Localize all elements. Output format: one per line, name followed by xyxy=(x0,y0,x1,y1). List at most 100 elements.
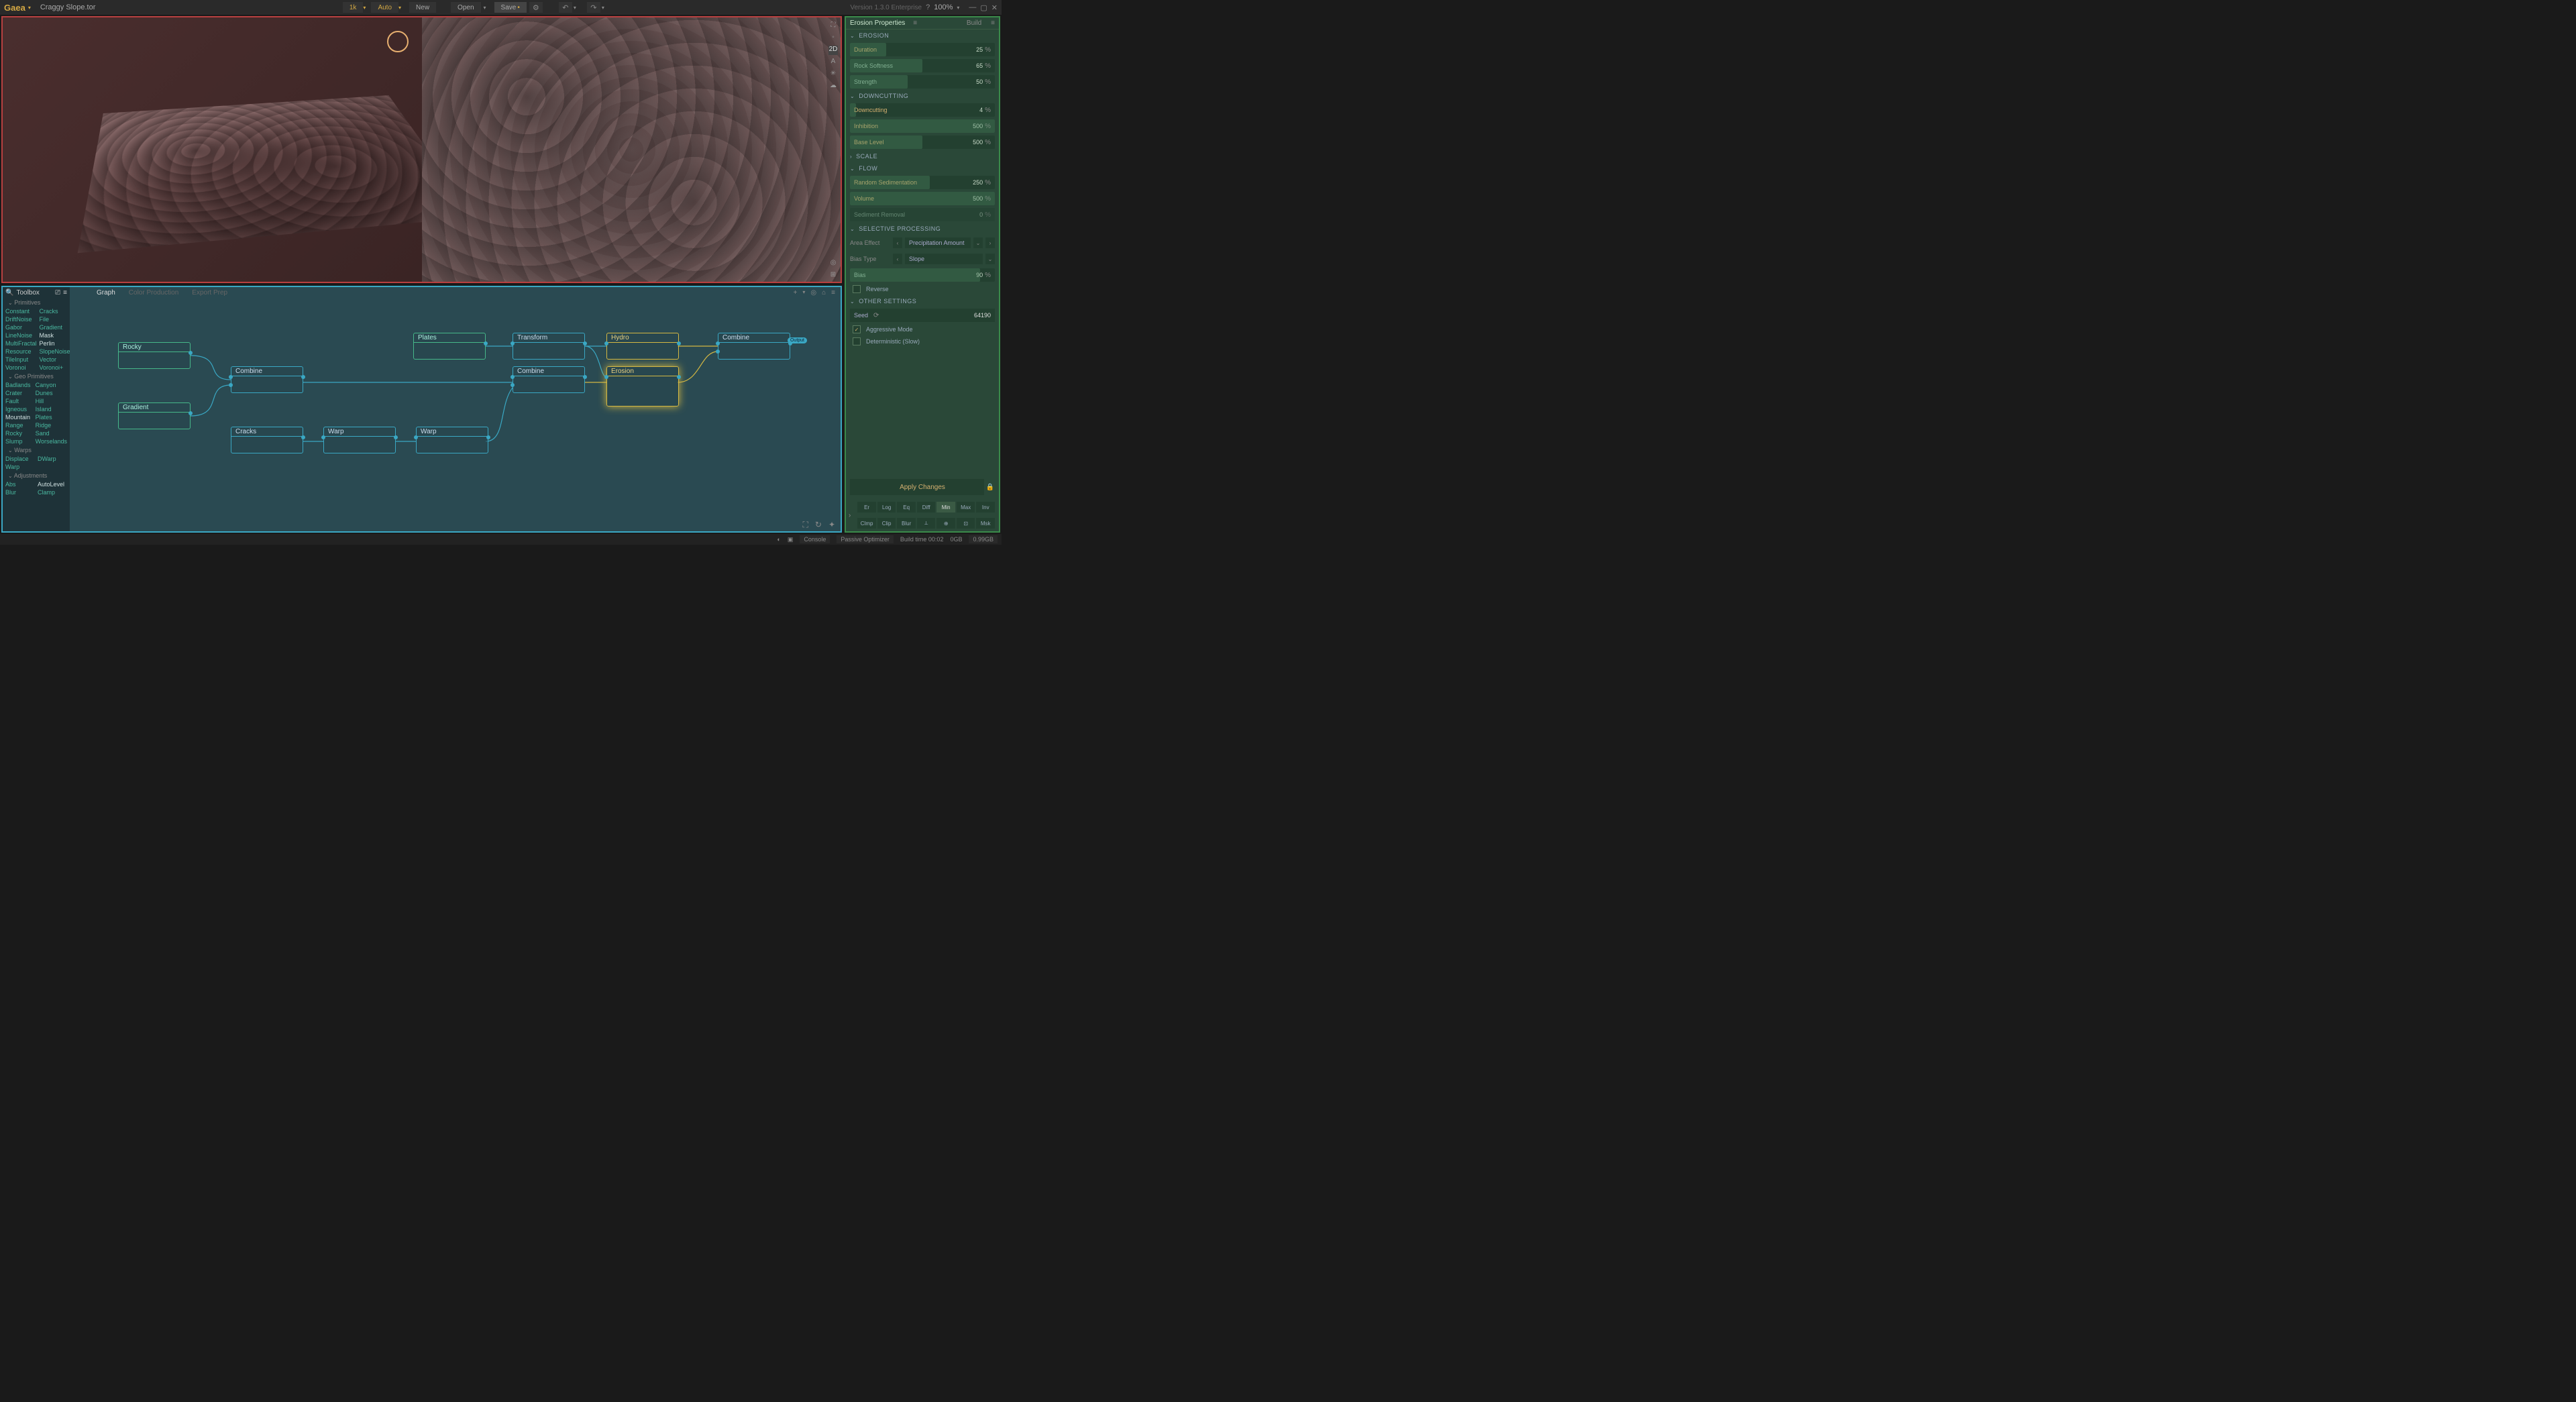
prop-deterministic[interactable]: Deterministic (Slow) xyxy=(846,335,999,347)
toolbox-item[interactable]: Badlands xyxy=(5,381,33,389)
seed-randomize-icon[interactable]: ⟳ xyxy=(873,312,879,319)
undo-caret-icon[interactable]: ▾ xyxy=(574,5,576,11)
tab-graph[interactable]: Graph xyxy=(97,289,115,296)
toolbox-item[interactable]: Island xyxy=(36,405,67,413)
node-rocky[interactable]: Rocky xyxy=(118,342,191,369)
section-flow[interactable]: FLOW xyxy=(859,165,877,172)
area-dropdown-icon[interactable]: ⌄ xyxy=(973,237,983,248)
toolbox-item[interactable]: Ridge xyxy=(36,421,67,429)
mini-expand-icon[interactable]: › xyxy=(846,512,853,519)
prop-sedimentation[interactable]: Random Sedimentation250% xyxy=(850,176,995,189)
node-erosion[interactable]: Erosion xyxy=(606,366,679,407)
help-icon[interactable]: ? xyxy=(926,3,930,11)
tab-color[interactable]: Color Production xyxy=(129,289,178,296)
text-icon[interactable]: A xyxy=(828,58,838,67)
minimize-icon[interactable]: — xyxy=(969,3,976,11)
toolbox-item[interactable]: Rocky xyxy=(5,429,33,437)
node-plates[interactable]: Plates xyxy=(413,333,486,360)
prop-base-level[interactable]: Base Level500% xyxy=(850,136,995,149)
auto-caret-icon[interactable]: ▾ xyxy=(398,5,401,11)
tab-export[interactable]: Export Prep xyxy=(192,289,227,296)
link-views-icon[interactable]: ⛶ xyxy=(828,21,838,31)
toolbox-item[interactable]: Warp xyxy=(5,463,35,471)
toolbox-item[interactable]: Resource xyxy=(5,347,37,356)
mini-button[interactable]: Inv xyxy=(976,502,995,513)
prop-bias[interactable]: Bias90% xyxy=(850,268,995,282)
add-node-icon[interactable]: + xyxy=(794,289,798,296)
toolbox-item[interactable]: Sand xyxy=(36,429,67,437)
node-gradient[interactable]: Gradient xyxy=(118,402,191,429)
app-menu-caret-icon[interactable]: ▾ xyxy=(28,5,31,11)
mini-button[interactable]: Min xyxy=(936,502,955,513)
maximize-icon[interactable]: ▢ xyxy=(980,3,987,12)
mini-button[interactable]: Clip xyxy=(877,518,896,529)
toolbox-item[interactable]: Gradient xyxy=(40,323,70,331)
mini-button[interactable]: Blur xyxy=(897,518,916,529)
build-tab[interactable]: Build xyxy=(967,19,981,27)
section-warps[interactable]: Warps xyxy=(14,447,32,453)
toolbox-item[interactable]: Vector xyxy=(40,356,70,364)
bias-dropdown-icon[interactable]: ⌄ xyxy=(985,254,995,264)
target-node-icon[interactable]: ◎ xyxy=(810,289,816,296)
snap-icon[interactable]: ✦ xyxy=(828,520,835,530)
new-button[interactable]: New xyxy=(409,2,436,13)
open-button[interactable]: Open xyxy=(451,2,480,13)
section-primitives[interactable]: Primitives xyxy=(14,299,40,306)
cloud-icon[interactable]: ☁ xyxy=(828,82,838,91)
toolbox-item[interactable]: DriftNoise xyxy=(5,315,37,323)
viewport-2d[interactable]: ⛶ ◦ 2D A ✳ ☁ ◎ ⊞ xyxy=(422,17,841,282)
toolbox-item[interactable]: Clamp xyxy=(38,488,67,496)
mode-2d-button[interactable]: 2D xyxy=(828,46,838,55)
toolbox-search-icon[interactable]: 🔍 xyxy=(5,289,13,296)
status-icon-2[interactable]: ▣ xyxy=(788,536,794,543)
undo-icon[interactable]: ↶ xyxy=(559,2,572,13)
toolbox-item[interactable]: Hill xyxy=(36,397,67,405)
section-adjustments[interactable]: Adjustments xyxy=(14,472,48,479)
node-hydro[interactable]: Hydro xyxy=(606,333,679,360)
prop-downcutting[interactable]: Downcutting4% xyxy=(850,103,995,117)
toolbox-item[interactable]: File xyxy=(40,315,70,323)
prop-aggressive[interactable]: ✓Aggressive Mode xyxy=(846,323,999,335)
toolbox-item[interactable]: Worselands xyxy=(36,437,67,445)
refresh-icon[interactable]: ↻ xyxy=(815,520,822,530)
viewport-3d[interactable] xyxy=(3,17,422,282)
graph-menu-icon[interactable]: ≡ xyxy=(831,289,835,296)
mini-button[interactable]: Eq xyxy=(897,502,916,513)
output-chip[interactable]: Output xyxy=(788,337,807,343)
toolbox-item[interactable]: TileInput xyxy=(5,356,37,364)
toolbox-item[interactable]: Voronoi+ xyxy=(40,364,70,372)
toolbox-item[interactable]: Perlin xyxy=(40,339,70,347)
mini-button[interactable]: Clmp xyxy=(857,518,876,529)
prop-sediment-removal[interactable]: Sediment Removal0% xyxy=(850,208,995,221)
optimizer-button[interactable]: Passive Optimizer xyxy=(837,535,894,543)
node-combine-2[interactable]: Combine xyxy=(513,366,585,393)
mini-button[interactable]: ⊕ xyxy=(936,518,955,529)
redo-caret-icon[interactable]: ▾ xyxy=(602,5,604,11)
home-icon[interactable]: ⌂ xyxy=(822,289,826,296)
toolbox-item[interactable]: Plates xyxy=(36,413,67,421)
prop-seed[interactable]: Seed⟳64190 xyxy=(850,309,995,322)
toolbox-item[interactable]: Abs xyxy=(5,480,35,488)
grid-icon[interactable]: ⊞ xyxy=(828,271,838,280)
mini-button[interactable]: ⊡ xyxy=(957,518,975,529)
props-menu-icon[interactable]: ≡ xyxy=(913,19,917,27)
node-warp-2[interactable]: Warp xyxy=(416,427,488,453)
section-other[interactable]: OTHER SETTINGS xyxy=(859,298,916,305)
console-button[interactable]: Console xyxy=(800,535,830,543)
save-button[interactable]: Save• xyxy=(494,2,527,13)
node-combine-3[interactable]: CombineOutput xyxy=(718,333,790,360)
prop-inhibition[interactable]: Inhibition500% xyxy=(850,119,995,133)
section-geo[interactable]: Geo Primitives xyxy=(14,373,54,380)
save-options-icon[interactable]: ⚙ xyxy=(529,2,543,13)
prop-duration[interactable]: Duration25% xyxy=(850,43,995,56)
lock-icon[interactable]: 🔒 xyxy=(984,479,996,495)
open-caret-icon[interactable]: ▾ xyxy=(484,5,486,11)
area-prev-icon[interactable]: ‹ xyxy=(893,237,902,248)
toolbox-item[interactable]: Igneous xyxy=(5,405,33,413)
toolbox-item[interactable]: DWarp xyxy=(38,455,67,463)
toolbox-item[interactable]: Dunes xyxy=(36,389,67,397)
node-cracks[interactable]: Cracks xyxy=(231,427,303,453)
prop-volume[interactable]: Volume500% xyxy=(850,192,995,205)
fit-icon[interactable]: ⛶ xyxy=(802,520,808,530)
light-icon[interactable]: ✳ xyxy=(828,70,838,79)
